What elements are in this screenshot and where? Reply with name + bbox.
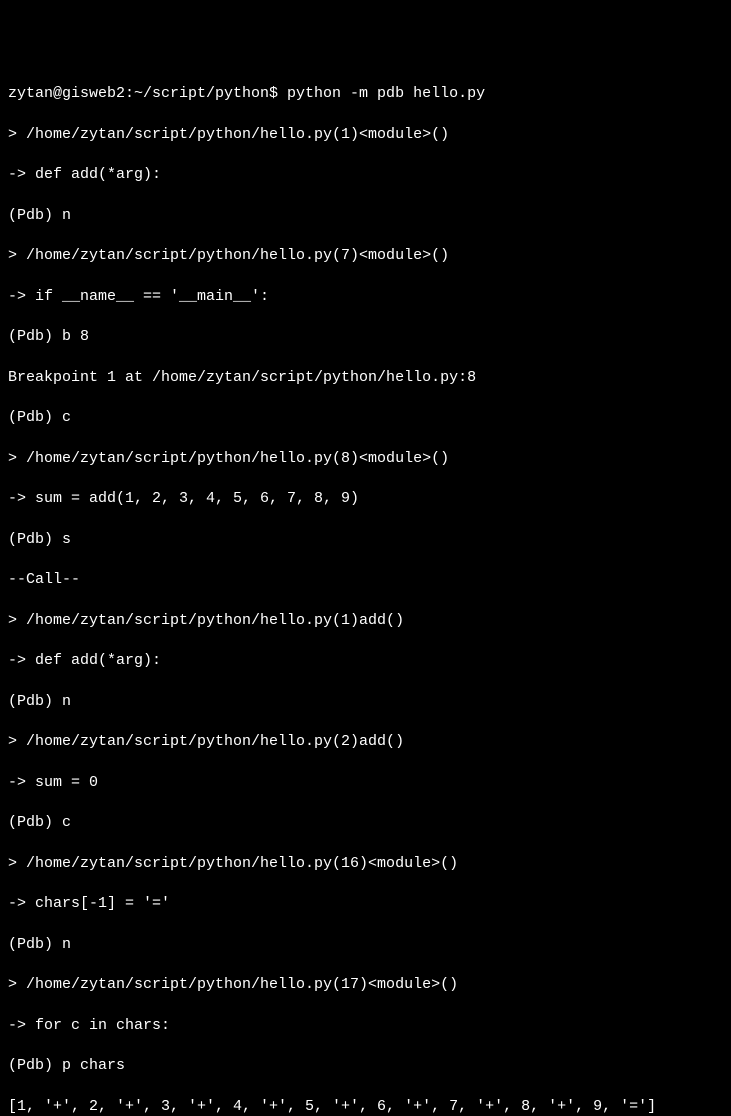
- terminal-line: [1, '+', 2, '+', 3, '+', 4, '+', 5, '+',…: [8, 1097, 723, 1116]
- terminal-line: -> sum = add(1, 2, 3, 4, 5, 6, 7, 8, 9): [8, 489, 723, 509]
- terminal-line: > /home/zytan/script/python/hello.py(1)a…: [8, 611, 723, 631]
- terminal-line: (Pdb) n: [8, 935, 723, 955]
- terminal-line: -> for c in chars:: [8, 1016, 723, 1036]
- terminal-line: (Pdb) c: [8, 813, 723, 833]
- terminal-line: (Pdb) p chars: [8, 1056, 723, 1076]
- terminal-line: -> def add(*arg):: [8, 651, 723, 671]
- terminal-line: > /home/zytan/script/python/hello.py(1)<…: [8, 125, 723, 145]
- terminal-line: > /home/zytan/script/python/hello.py(16)…: [8, 854, 723, 874]
- terminal-line: (Pdb) c: [8, 408, 723, 428]
- terminal-line: -> sum = 0: [8, 773, 723, 793]
- terminal-line: > /home/zytan/script/python/hello.py(2)a…: [8, 732, 723, 752]
- terminal-line: (Pdb) n: [8, 692, 723, 712]
- terminal-line: > /home/zytan/script/python/hello.py(7)<…: [8, 246, 723, 266]
- terminal-line: Breakpoint 1 at /home/zytan/script/pytho…: [8, 368, 723, 388]
- terminal-line: --Call--: [8, 570, 723, 590]
- terminal-line: (Pdb) b 8: [8, 327, 723, 347]
- terminal-line: > /home/zytan/script/python/hello.py(17)…: [8, 975, 723, 995]
- terminal-line: > /home/zytan/script/python/hello.py(8)<…: [8, 449, 723, 469]
- terminal-line: (Pdb) n: [8, 206, 723, 226]
- terminal-line: -> chars[-1] = '=': [8, 894, 723, 914]
- terminal-line: zytan@gisweb2:~/script/python$ python -m…: [8, 84, 723, 104]
- terminal-line: -> def add(*arg):: [8, 165, 723, 185]
- terminal-line: -> if __name__ == '__main__':: [8, 287, 723, 307]
- terminal-line: (Pdb) s: [8, 530, 723, 550]
